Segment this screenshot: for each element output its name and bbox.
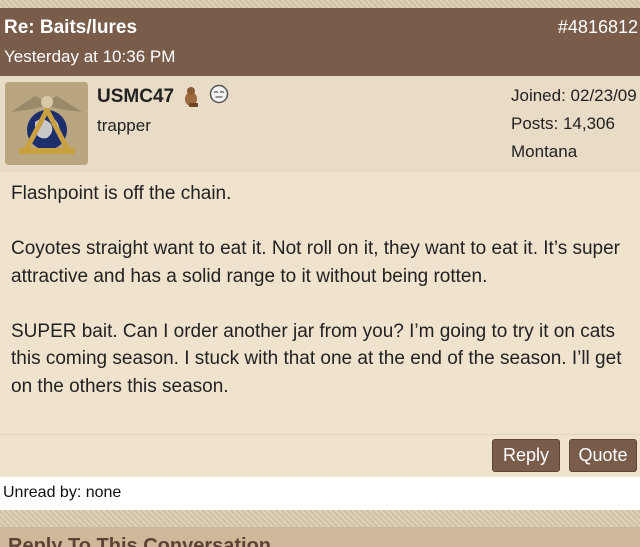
offline-status-icon <box>209 84 229 104</box>
reply-button[interactable]: Reply <box>492 439 560 472</box>
background-texture-top <box>0 0 640 8</box>
post-text: Flashpoint is off the chain. Coyotes str… <box>11 180 636 428</box>
post-paragraph: Coyotes straight want to eat it. Not rol… <box>11 238 621 287</box>
user-title: trapper <box>97 116 151 135</box>
beaver-icon <box>185 87 198 107</box>
post-body: Flashpoint is off the chain. Coyotes str… <box>0 172 640 434</box>
quote-button[interactable]: Quote <box>569 439 637 472</box>
post-timestamp: Yesterday at 10:36 PM <box>4 47 176 66</box>
user-joined: Joined: 02/23/09 <box>511 86 637 105</box>
avatar[interactable] <box>5 82 88 165</box>
post-header: Re: Baits/lures #4816812 Yesterday at 10… <box>0 8 640 76</box>
reply-section-header: Reply To This Conversation <box>0 527 640 547</box>
post-paragraph: Flashpoint is off the chain. <box>11 183 232 204</box>
unread-status: Unread by: none <box>0 477 640 510</box>
user-info-bar: USMC47 trapper Joined: 02/23/09 Posts: 1… <box>0 76 640 172</box>
post-paragraph: SUPER bait. Can I order another jar from… <box>11 320 622 397</box>
usmc-emblem-icon <box>5 82 88 165</box>
username-link[interactable]: USMC47 <box>97 86 174 108</box>
user-location: Montana <box>511 142 578 161</box>
reply-section-title: Reply To This Conversation <box>8 535 271 547</box>
unread-status-text: Unread by: none <box>3 484 122 501</box>
background-texture-bottom <box>0 510 640 527</box>
post-number-link[interactable]: #4816812 <box>558 17 638 38</box>
post-actions: Reply Quote <box>0 434 640 477</box>
post-subject[interactable]: Re: Baits/lures <box>4 17 137 39</box>
user-post-count: Posts: 14,306 <box>511 114 615 133</box>
